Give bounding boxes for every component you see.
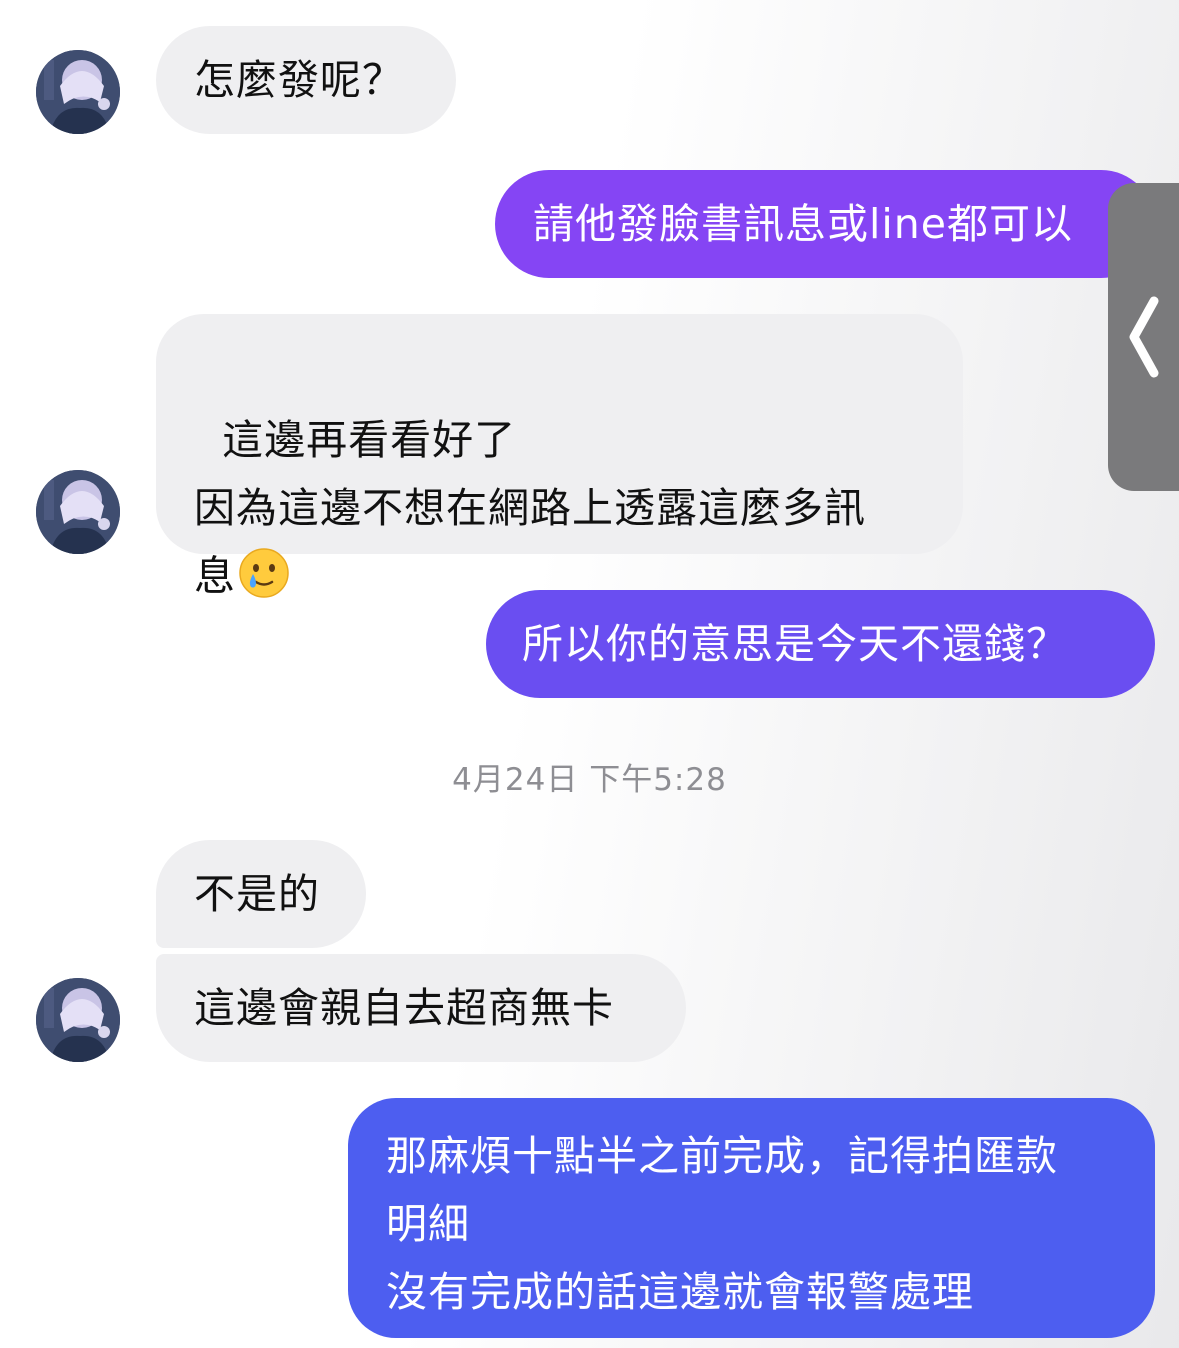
avatar-image — [36, 50, 120, 134]
incoming-message[interactable]: 怎麼發呢？ — [156, 26, 456, 134]
outgoing-message[interactable]: 所以你的意思是今天不還錢？ — [486, 590, 1155, 698]
outgoing-message[interactable]: 請他發臉書訊息或line都可以 — [495, 170, 1155, 278]
crying-smile-emoji — [238, 547, 290, 619]
outgoing-message[interactable]: 那麻煩十點半之前完成，記得拍匯款 明細 沒有完成的話這邊就會報警處理 — [348, 1098, 1155, 1338]
contact-avatar[interactable] — [36, 470, 120, 554]
contact-avatar[interactable] — [36, 978, 120, 1062]
avatar-image — [36, 978, 120, 1062]
side-panel-tab[interactable] — [1108, 183, 1179, 491]
incoming-message[interactable]: 這邊再看看好了 因為這邊不想在網路上透露這麼多訊 息 — [156, 314, 963, 600]
avatar-image — [36, 470, 120, 554]
message-timestamp: 4月24日 下午5:28 — [452, 762, 727, 798]
chevron-left-icon — [1129, 296, 1159, 378]
message-text: 這邊再看看好了 因為這邊不想在網路上透露這麼多訊 息 — [194, 416, 866, 600]
incoming-message[interactable]: 這邊會親自去超商無卡 — [156, 954, 686, 1062]
contact-avatar[interactable] — [36, 50, 120, 134]
incoming-message[interactable]: 不是的 — [156, 840, 366, 948]
